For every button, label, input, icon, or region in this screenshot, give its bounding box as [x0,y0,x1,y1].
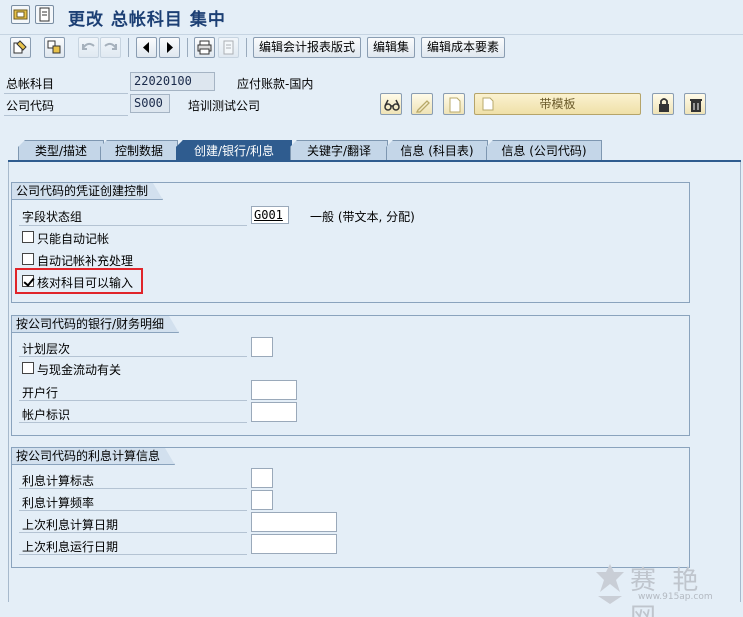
interest-indicator-input[interactable] [251,468,273,488]
arrow-right-icon [167,42,173,53]
supplement-auto-postings-label: 自动记帐补充处理 [37,254,134,268]
label-underline [19,356,247,357]
last-interest-run-date-input[interactable] [251,534,337,554]
post-automatically-only-label: 只能自动记帐 [37,232,110,246]
delete-button[interactable] [684,93,706,115]
gl-account-description: 应付账款-国内 [237,77,314,91]
system-menu-icon[interactable] [11,5,30,24]
interest-frequency-label: 利息计算频率 [22,496,95,510]
interest-indicator-label: 利息计算标志 [22,474,95,488]
last-interest-calc-date-input[interactable] [251,512,337,532]
edit-pencil-button[interactable] [411,93,433,115]
document-icon [223,40,234,55]
tab-keyword-translation[interactable]: 关键字/翻译 [290,140,388,161]
planning-level-label: 计划层次 [22,342,71,356]
application-toolbar: 编辑会计报表版式 编辑集 编辑成本要素 [0,34,743,60]
with-template-button[interactable]: 带模板 [474,93,641,115]
toolbar-separator [128,38,129,57]
pencil-icon [415,100,430,113]
previous-entry-button[interactable] [78,37,99,58]
display-change-icon [13,40,27,54]
print-button[interactable] [194,37,215,58]
house-bank-label: 开户行 [22,386,59,400]
planning-level-input[interactable] [251,337,273,357]
company-code-label: 公司代码 [6,99,55,113]
with-template-label: 带模板 [539,97,576,111]
account-id-label: 帐户标识 [22,408,71,422]
company-code-description: 培训测试公司 [188,99,261,113]
recon-account-ready-input-checkbox[interactable] [22,275,34,287]
relevant-to-cash-flow-checkbox[interactable] [22,362,34,374]
group-title: 按公司代码的银行/财务明细 [12,316,179,333]
print-icon [197,40,212,55]
next-entry-icon [104,42,117,50]
blank-page-icon [449,97,461,113]
account-id-input[interactable] [251,402,297,422]
document-button[interactable] [218,37,239,58]
label-underline [19,225,247,226]
trash-icon [690,99,702,112]
tab-control-data[interactable]: 控制数据 [100,140,178,161]
previous-entry-icon [82,42,95,50]
label-underline [19,488,247,489]
tab-strip: 类型/描述 控制数据 创建/银行/利息 关键字/翻译 信息 (科目表) 信息 (… [0,140,743,161]
company-code-field: S000 [130,94,170,113]
tab-info-company-code[interactable]: 信息 (公司代码) [486,140,602,161]
last-interest-run-date-label: 上次利息运行日期 [22,540,119,554]
label-underline [4,93,128,94]
other-object-button[interactable] [44,37,65,58]
tab-info-chart-of-accounts[interactable]: 信息 (科目表) [386,140,488,161]
house-bank-input[interactable] [251,380,297,400]
watermark-logo-icon [596,564,624,604]
label-underline [4,115,128,116]
field-status-group-label: 字段状态组 [22,210,83,224]
gl-account-label: 总帐科目 [6,77,55,91]
interest-frequency-input[interactable] [251,490,273,510]
field-status-group-input[interactable]: G001 [251,206,289,224]
page-title: 更改 总帐科目 集中 [68,10,226,30]
title-bar: 更改 总帐科目 集中 [0,0,743,32]
lock-button[interactable] [652,93,674,115]
edit-cost-element-button[interactable]: 编辑成本要素 [421,37,506,58]
last-interest-calc-date-label: 上次利息计算日期 [22,518,119,532]
supplement-auto-postings-checkbox[interactable] [22,253,34,265]
recon-account-ready-input-label: 核对科目可以输入 [37,276,134,290]
post-automatically-only-checkbox[interactable] [22,231,34,243]
watermark-url: www.915ap.com [638,592,713,602]
tab-create-bank-interest[interactable]: 创建/银行/利息 [176,140,292,161]
label-underline [19,510,247,511]
glasses-icon [384,99,400,111]
tab-type-description[interactable]: 类型/描述 [18,140,104,161]
label-underline [19,422,247,423]
watermark: 赛 艳 网 www.915ap.com [590,560,740,617]
toolbar-separator [187,38,188,57]
edit-fs-version-button[interactable]: 编辑会计报表版式 [253,37,362,58]
arrow-left-button[interactable] [136,37,157,58]
arrow-left-icon [143,42,149,53]
layout-menu-icon[interactable] [35,5,54,24]
arrow-right-button[interactable] [159,37,180,58]
gl-account-field: 22020100 [130,72,215,91]
label-underline [19,554,247,555]
group-title: 公司代码的凭证创建控制 [12,183,163,200]
display-change-button[interactable] [10,37,31,58]
edit-set-button[interactable]: 编辑集 [367,37,416,58]
next-entry-button[interactable] [100,37,121,58]
field-status-group-description: 一般 (带文本, 分配) [310,210,415,224]
label-underline [19,400,247,401]
link-button[interactable] [380,93,402,115]
watermark-text: 赛 艳 网 [630,566,703,617]
relevant-to-cash-flow-label: 与现金流动有关 [37,363,122,377]
lock-icon [659,98,669,112]
create-document-button[interactable] [443,93,465,115]
other-object-icon [47,40,61,54]
group-title: 按公司代码的利息计算信息 [12,448,175,465]
toolbar-separator [246,38,247,57]
template-page-icon [482,97,494,111]
label-underline [19,532,247,533]
